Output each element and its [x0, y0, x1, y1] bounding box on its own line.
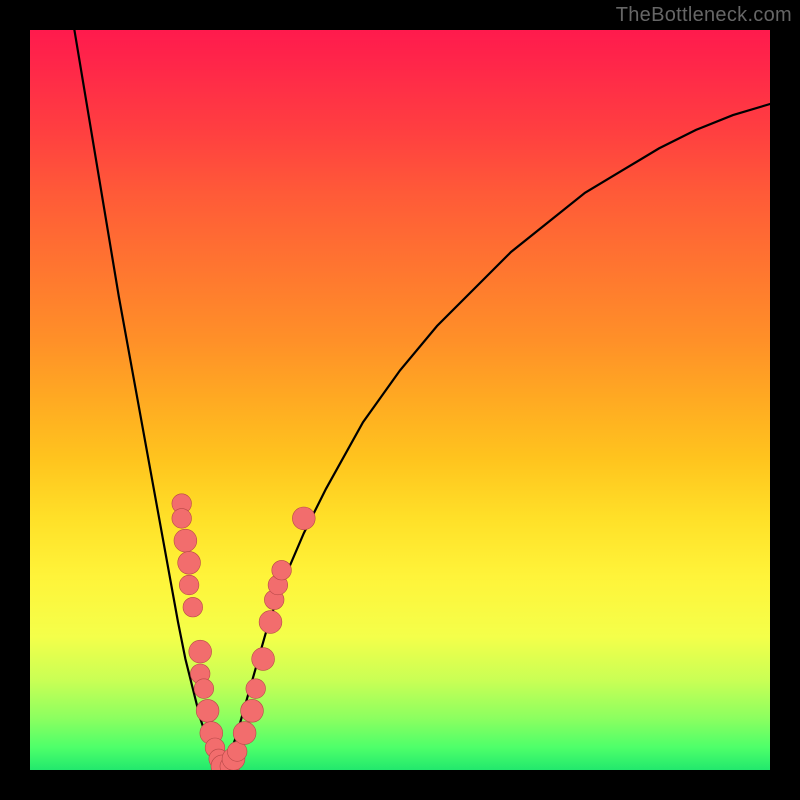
data-marker [196, 699, 219, 722]
plot-area [30, 30, 770, 770]
data-marker [259, 611, 282, 634]
data-marker [178, 551, 201, 574]
data-marker [264, 590, 284, 610]
data-marker [194, 679, 214, 699]
data-marker [246, 679, 266, 699]
data-marker [172, 494, 192, 514]
left-curve [74, 30, 222, 770]
data-marker [233, 722, 256, 745]
data-marker [268, 575, 288, 595]
data-marker [227, 742, 247, 762]
data-marker [172, 509, 192, 529]
data-marker [190, 664, 210, 684]
chart-frame: TheBottleneck.com [0, 0, 800, 800]
data-marker [209, 749, 229, 769]
data-marker [241, 699, 264, 722]
data-marker [200, 722, 223, 745]
data-marker [211, 755, 234, 770]
right-curve [222, 104, 770, 770]
data-marker [189, 640, 212, 663]
data-marker [252, 648, 275, 671]
data-marker [222, 748, 245, 771]
data-marker [205, 738, 225, 758]
curves-svg [30, 30, 770, 770]
data-marker [220, 757, 240, 771]
data-marker [292, 507, 315, 530]
data-marker [272, 560, 292, 580]
data-marker [174, 529, 197, 552]
data-markers [172, 494, 315, 770]
data-marker [179, 575, 199, 595]
data-marker [183, 597, 203, 617]
watermark-text: TheBottleneck.com [616, 4, 792, 27]
